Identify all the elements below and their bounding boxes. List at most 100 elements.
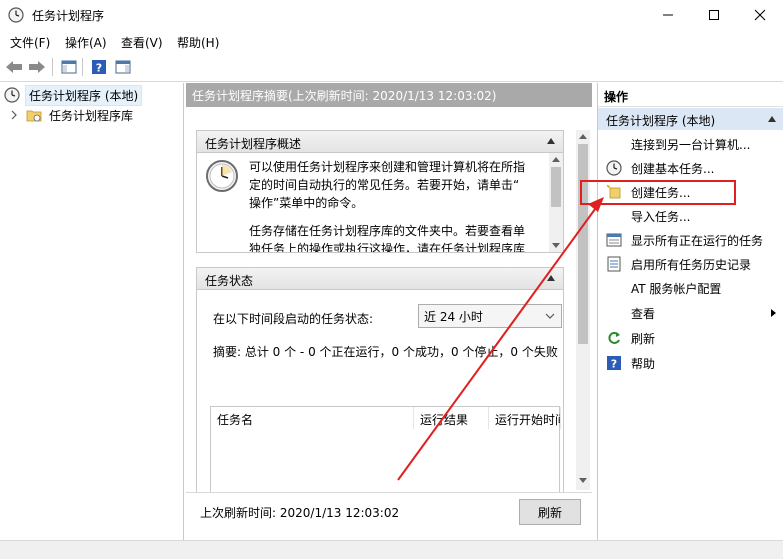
scroll-down-icon[interactable] bbox=[552, 243, 560, 248]
overview-scrollbar[interactable] bbox=[549, 153, 563, 252]
chevron-down-icon bbox=[545, 313, 555, 319]
help-icon: ? bbox=[92, 60, 106, 75]
overview-text-2: 任务存储在任务计划程序库的文件夹中。若要查看单 独任务上的操作或执行这操作，请在… bbox=[249, 222, 526, 252]
overview-line: 操作”菜单中的命令。 bbox=[249, 196, 364, 210]
action-enable-task-history[interactable]: 启用所有任务历史记录 bbox=[598, 252, 783, 276]
close-button[interactable] bbox=[737, 0, 783, 30]
blank-icon bbox=[606, 280, 622, 296]
clock-illustration-icon bbox=[205, 159, 239, 193]
blank-icon bbox=[606, 136, 622, 152]
collapse-icon[interactable] bbox=[768, 116, 776, 122]
actions-group-title: 任务计划程序 (本地) bbox=[606, 114, 716, 128]
period-dropdown[interactable]: 近 24 小时 bbox=[418, 304, 562, 328]
forward-button[interactable] bbox=[27, 57, 47, 77]
scroll-up-icon[interactable] bbox=[552, 157, 560, 162]
footer-divider bbox=[186, 492, 592, 493]
overview-line: 可以使用任务计划程序来创建和管理计算机将在所指 bbox=[249, 160, 526, 174]
column-header-task-name[interactable]: 任务名 bbox=[211, 407, 414, 429]
forward-arrow-icon bbox=[29, 61, 45, 73]
annotation-highlight-box bbox=[580, 180, 736, 205]
actions-pane: 操作 任务计划程序 (本地) 连接到另一台计算机... 创建基本任务... 创建… bbox=[597, 83, 783, 559]
menu-action[interactable]: 操作(A) bbox=[65, 34, 107, 51]
toolbar: ? bbox=[0, 52, 783, 82]
action-label: 连接到另一台计算机... bbox=[631, 137, 751, 152]
period-value: 近 24 小时 bbox=[424, 310, 483, 324]
close-icon bbox=[754, 9, 766, 21]
action-label: 显示所有正在运行的任务 bbox=[631, 233, 764, 248]
maximize-button[interactable] bbox=[691, 0, 737, 30]
svg-text:?: ? bbox=[611, 358, 617, 371]
task-status-section-header[interactable]: 任务状态 bbox=[197, 268, 563, 290]
action-label: 创建基本任务... bbox=[631, 161, 715, 176]
scroll-thumb[interactable] bbox=[551, 167, 561, 207]
status-bar bbox=[0, 540, 783, 559]
actions-header: 操作 bbox=[598, 83, 783, 107]
help-toolbar-button[interactable]: ? bbox=[89, 57, 109, 77]
summary-panel: 任务计划程序摘要(上次刷新时间: 2020/1/13 12:03:02) 任务计… bbox=[186, 83, 592, 559]
clock-icon bbox=[606, 160, 622, 176]
tree-item-task-library[interactable]: 任务计划程序库 bbox=[10, 105, 136, 125]
running-tasks-icon bbox=[606, 232, 622, 248]
action-view[interactable]: 查看 bbox=[598, 301, 783, 325]
action-label: AT 服务帐户配置 bbox=[631, 281, 722, 296]
scroll-up-icon[interactable] bbox=[579, 134, 587, 139]
action-pane-icon bbox=[115, 60, 131, 74]
refresh-icon bbox=[606, 330, 622, 346]
back-button[interactable] bbox=[4, 57, 24, 77]
action-at-service-account[interactable]: AT 服务帐户配置 bbox=[598, 276, 783, 300]
collapse-icon[interactable] bbox=[547, 138, 555, 144]
menu-bar: 文件(F) 操作(A) 查看(V) 帮助(H) bbox=[0, 30, 783, 52]
action-create-basic-task[interactable]: 创建基本任务... bbox=[598, 156, 783, 180]
scroll-thumb[interactable] bbox=[578, 144, 588, 344]
action-refresh[interactable]: 刷新 bbox=[598, 326, 783, 350]
tree-item-label: 任务计划程序库 bbox=[49, 108, 134, 123]
scroll-down-icon[interactable] bbox=[579, 478, 587, 483]
refresh-button[interactable]: 刷新 bbox=[519, 499, 581, 525]
toolbar-separator bbox=[52, 58, 53, 76]
blank-icon bbox=[606, 208, 622, 224]
task-scheduler-app-icon bbox=[8, 7, 24, 23]
maximize-icon bbox=[709, 10, 719, 20]
column-header-run-result[interactable]: 运行结果 bbox=[414, 407, 489, 429]
tree-item-label: 任务计划程序 (本地) bbox=[25, 84, 143, 106]
folder-icon bbox=[26, 107, 42, 123]
show-hide-action-pane-button[interactable] bbox=[113, 57, 133, 77]
overview-line: 定的时间自动执行的常见任务。若要开始，请单击“ bbox=[249, 178, 520, 192]
menu-help[interactable]: 帮助(H) bbox=[177, 34, 219, 51]
overview-text-1: 可以使用任务计划程序来创建和管理计算机将在所指 定的时间自动执行的常见任务。若要… bbox=[249, 158, 525, 212]
history-icon bbox=[606, 256, 622, 272]
action-show-running-tasks[interactable]: 显示所有正在运行的任务 bbox=[598, 228, 783, 252]
overview-title: 任务计划程序概述 bbox=[205, 137, 302, 151]
console-tree-icon bbox=[61, 60, 77, 74]
task-status-title: 任务状态 bbox=[205, 274, 254, 288]
submenu-arrow-icon bbox=[771, 309, 776, 317]
window-title: 任务计划程序 bbox=[32, 9, 105, 23]
action-help[interactable]: ? 帮助 bbox=[598, 351, 783, 375]
column-header-run-start[interactable]: 运行开始时间 bbox=[489, 407, 561, 429]
console-tree: 任务计划程序 (本地) 任务计划程序库 bbox=[0, 83, 184, 559]
action-label: 查看 bbox=[631, 306, 656, 321]
action-connect-computer[interactable]: 连接到另一台计算机... bbox=[598, 132, 783, 156]
overview-section-header[interactable]: 任务计划程序概述 bbox=[197, 131, 563, 153]
task-status-section: 任务状态 在以下时间段启动的任务状态: 近 24 小时 摘要: 总计 0 个 -… bbox=[196, 267, 564, 493]
chevron-right-icon[interactable] bbox=[10, 110, 20, 120]
blank-icon bbox=[606, 305, 622, 321]
period-label: 在以下时间段启动的任务状态: bbox=[213, 312, 374, 326]
tree-item-task-scheduler-local[interactable]: 任务计划程序 (本地) bbox=[4, 84, 143, 106]
menu-file[interactable]: 文件(F) bbox=[10, 34, 50, 51]
action-label: 帮助 bbox=[631, 356, 656, 371]
minimize-button[interactable] bbox=[645, 0, 691, 30]
action-label: 启用所有任务历史记录 bbox=[631, 257, 752, 272]
action-import-task[interactable]: 导入任务... bbox=[598, 204, 783, 228]
svg-text:?: ? bbox=[96, 62, 102, 75]
help-icon: ? bbox=[606, 355, 622, 371]
overview-line: 任务存储在任务计划程序库的文件夹中。若要查看单 bbox=[249, 224, 526, 238]
last-refresh-text: 上次刷新时间: 2020/1/13 12:03:02 bbox=[200, 506, 400, 520]
summary-header: 任务计划程序摘要(上次刷新时间: 2020/1/13 12:03:02) bbox=[186, 83, 592, 107]
status-summary: 摘要: 总计 0 个 - 0 个正在运行，0 个成功，0 个停止，0 个失败 bbox=[213, 345, 558, 359]
menu-view[interactable]: 查看(V) bbox=[121, 34, 163, 51]
show-hide-console-tree-button[interactable] bbox=[59, 57, 79, 77]
clock-icon bbox=[4, 87, 20, 103]
actions-group-header[interactable]: 任务计划程序 (本地) bbox=[598, 108, 783, 130]
collapse-icon[interactable] bbox=[547, 275, 555, 281]
